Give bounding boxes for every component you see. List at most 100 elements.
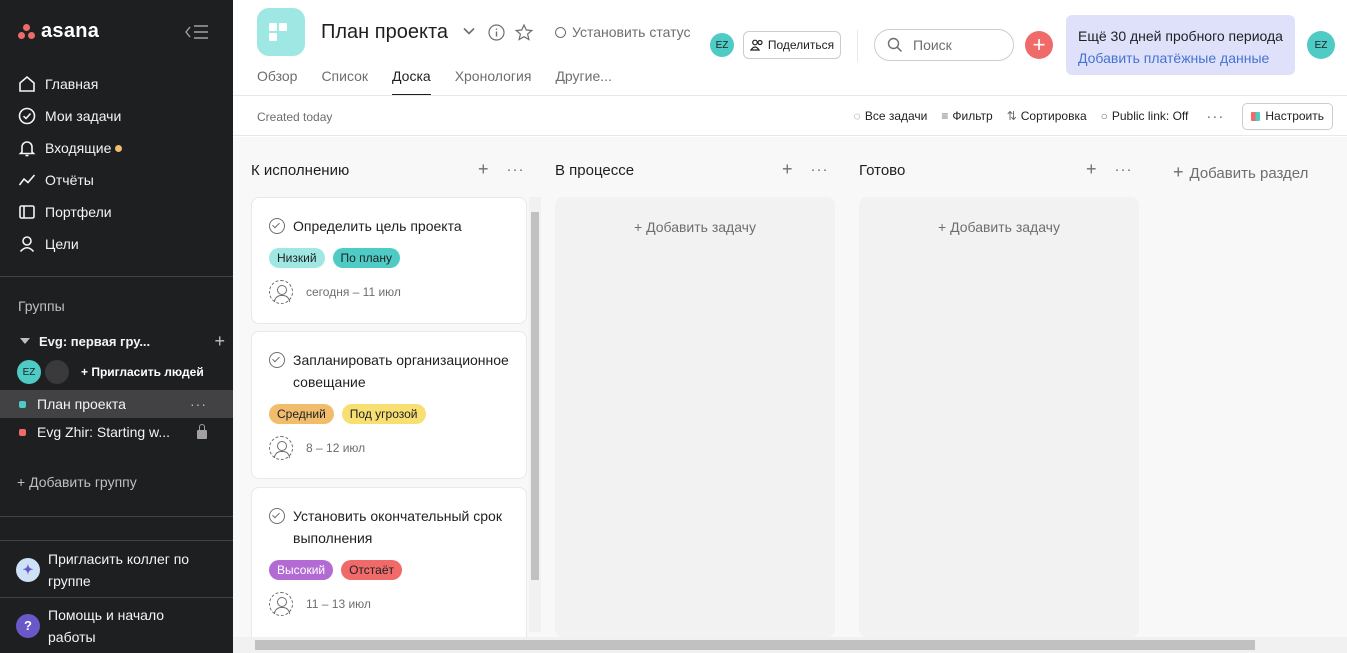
- sidebar-project-plan[interactable]: План проекта ···: [0, 390, 233, 418]
- project-color-square: [19, 428, 26, 436]
- divider: [0, 540, 233, 541]
- project-menu-chevron-down-icon[interactable]: [462, 24, 476, 38]
- set-status-button[interactable]: Установить статус: [555, 24, 691, 40]
- all-tasks-button[interactable]: ◌ Все задачи: [854, 109, 928, 123]
- nav-reports[interactable]: Отчёты: [0, 164, 233, 196]
- more-options-icon[interactable]: ···: [190, 396, 207, 412]
- tab-board[interactable]: Доска: [392, 68, 431, 96]
- goals-icon: [19, 236, 35, 253]
- nav-portfolios[interactable]: Портфели: [0, 196, 233, 228]
- search-input[interactable]: Поиск: [874, 29, 1014, 61]
- help-label: Помощь и начало работы: [48, 607, 165, 645]
- folder-icon: [19, 205, 35, 219]
- team-members: EZ + Пригласить людей: [17, 360, 204, 384]
- column-title[interactable]: Готово: [859, 162, 905, 179]
- sidebar-project-starting[interactable]: Evg Zhir: Starting w...: [0, 418, 233, 446]
- column-drop-area: [555, 197, 835, 637]
- user-avatar[interactable]: EZ: [1307, 31, 1335, 59]
- tab-more[interactable]: Другие...: [555, 68, 612, 96]
- add-task-plus-icon[interactable]: +: [782, 159, 793, 180]
- customize-button[interactable]: Настроить: [1242, 102, 1333, 130]
- add-billing-link[interactable]: Добавить платёжные данные: [1078, 47, 1283, 69]
- public-link-button[interactable]: ○ Public link: Off: [1101, 109, 1189, 123]
- column-title[interactable]: В процессе: [555, 162, 634, 179]
- member-avatar[interactable]: EZ: [710, 33, 734, 57]
- add-task-plus-icon[interactable]: +: [478, 159, 489, 180]
- nav-inbox[interactable]: Входящие: [0, 132, 233, 164]
- due-date[interactable]: сегодня – 11 июл: [306, 285, 401, 299]
- add-task-plus-icon[interactable]: +: [1086, 159, 1097, 180]
- help-button[interactable]: ? Помощь и начало работы: [16, 604, 188, 648]
- invite-colleagues-button[interactable]: ✦ Пригласить коллег по группе: [16, 548, 198, 592]
- column-drop-area: [859, 197, 1139, 637]
- assignee-icon[interactable]: [269, 436, 293, 460]
- assignee-icon[interactable]: [269, 280, 293, 304]
- column-scrollbar-thumb[interactable]: [531, 212, 539, 580]
- circle-icon: ○: [1100, 109, 1108, 123]
- add-task-button[interactable]: + Добавить задачу: [859, 219, 1139, 235]
- task-card[interactable]: Установить окончательный срок выполнения…: [251, 487, 527, 647]
- add-section-label: Добавить раздел: [1189, 165, 1309, 182]
- quick-add-button[interactable]: +: [1025, 31, 1053, 59]
- add-group-button[interactable]: + Добавить группу: [17, 474, 137, 490]
- sort-button[interactable]: ⇅ Сортировка: [1007, 109, 1087, 123]
- star-icon[interactable]: [515, 24, 533, 41]
- nav-goals[interactable]: Цели: [0, 228, 233, 260]
- task-card[interactable]: Определить цель проекта Низкий По плану …: [251, 197, 527, 324]
- divider: [0, 597, 233, 598]
- complete-check-icon[interactable]: [269, 508, 285, 524]
- nav-my-tasks[interactable]: Мои задачи: [0, 100, 233, 132]
- column-title[interactable]: К исполнению: [251, 162, 349, 179]
- nav-home[interactable]: Главная: [0, 68, 233, 100]
- status-tag: Под угрозой: [341, 404, 426, 424]
- nav-goals-label: Цели: [45, 236, 79, 252]
- project-tabs: Обзор Список Доска Хронология Другие...: [257, 68, 612, 96]
- column-more-icon[interactable]: ···: [1115, 161, 1133, 180]
- assignee-icon[interactable]: [269, 592, 293, 616]
- plus-icon: +: [1173, 162, 1184, 182]
- trial-banner[interactable]: Ещё 30 дней пробного периода Добавить пл…: [1066, 15, 1295, 75]
- project-board-icon[interactable]: [257, 8, 305, 56]
- nav-inbox-label: Входящие: [45, 140, 112, 156]
- filter-button[interactable]: ≡ Фильтр: [941, 109, 992, 123]
- status-circle-icon: [555, 26, 566, 38]
- divider: [0, 276, 233, 277]
- bell-icon: [18, 141, 36, 157]
- project-title[interactable]: План проекта: [321, 21, 448, 44]
- column-more-icon[interactable]: ···: [507, 161, 525, 180]
- add-section-button[interactable]: + Добавить раздел: [1173, 162, 1308, 183]
- collapse-sidebar-icon[interactable]: [184, 23, 210, 41]
- collapse-team-icon[interactable]: [20, 338, 30, 344]
- column-more-icon[interactable]: ···: [811, 161, 829, 180]
- tab-timeline[interactable]: Хронология: [455, 68, 532, 96]
- tab-overview[interactable]: Обзор: [257, 68, 297, 96]
- more-options-icon[interactable]: ···: [1202, 108, 1228, 125]
- sidebar: asana Главная Мои задачи Входящие Отчёты…: [0, 0, 233, 653]
- divider: [0, 516, 233, 517]
- member-avatar[interactable]: EZ: [17, 360, 41, 384]
- task-title: Запланировать организационное совещание: [293, 352, 509, 390]
- task-card[interactable]: Запланировать организационное совещание …: [251, 331, 527, 479]
- unread-dot: [115, 144, 123, 152]
- due-date[interactable]: 11 – 13 июл: [306, 597, 371, 611]
- search-icon: [887, 37, 903, 53]
- invite-people-button[interactable]: + Пригласить людей: [81, 365, 204, 379]
- search-placeholder: Поиск: [913, 37, 952, 53]
- info-icon[interactable]: [488, 24, 505, 41]
- filter-label: Фильтр: [952, 109, 993, 123]
- add-project-icon[interactable]: +: [214, 331, 225, 352]
- complete-check-icon[interactable]: [269, 352, 285, 368]
- team-row[interactable]: Evg: первая гру... +: [20, 331, 225, 351]
- add-task-button[interactable]: + Добавить задачу: [555, 219, 835, 235]
- member-avatar-empty[interactable]: [45, 360, 69, 384]
- priority-tag: Низкий: [269, 248, 325, 268]
- asana-logo[interactable]: asana: [18, 20, 99, 43]
- customize-label: Настроить: [1265, 109, 1324, 123]
- created-label: Created today: [257, 110, 333, 124]
- share-button[interactable]: Поделиться: [743, 31, 841, 59]
- board-scrollbar-thumb[interactable]: [255, 640, 1255, 650]
- status-tag: Отстаёт: [341, 560, 402, 580]
- complete-check-icon[interactable]: [269, 218, 285, 234]
- tab-list[interactable]: Список: [321, 68, 368, 96]
- due-date[interactable]: 8 – 12 июл: [306, 441, 365, 455]
